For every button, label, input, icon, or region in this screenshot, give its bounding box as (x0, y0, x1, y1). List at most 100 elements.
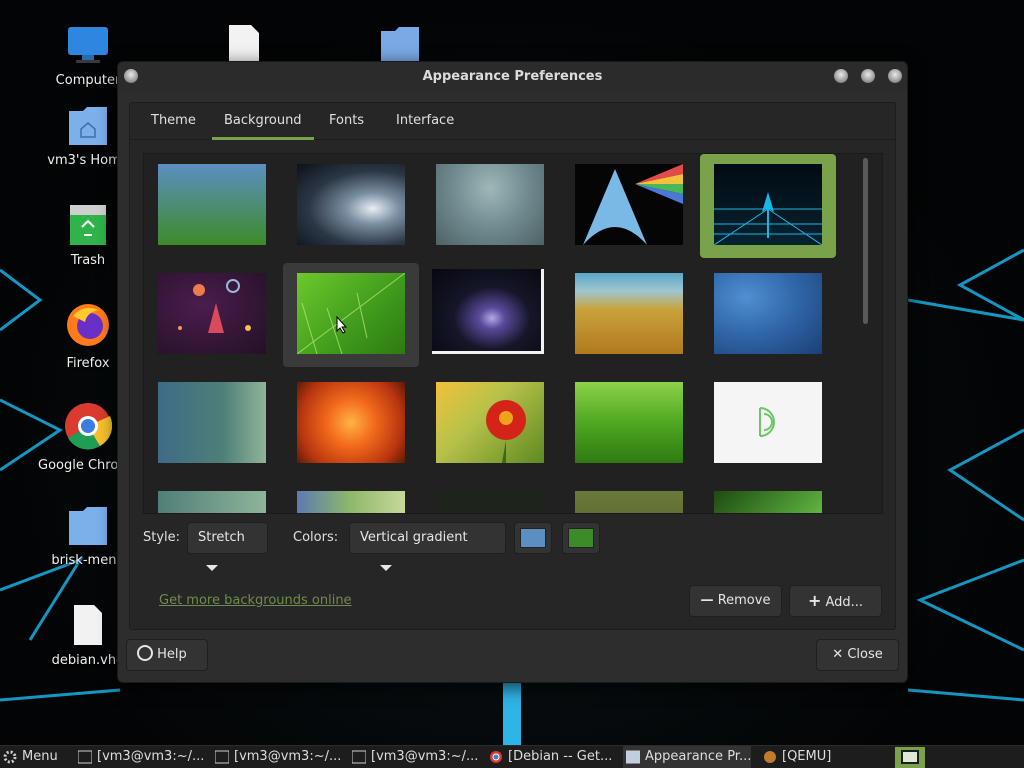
taskbar-item-qemu[interactable]: [QEMU] (760, 746, 860, 768)
thumbnail-image (714, 273, 822, 354)
chevron-down-icon (380, 564, 392, 571)
wallpaper-thumbnail[interactable] (561, 154, 697, 258)
taskbar-item-appearance[interactable]: Appearance Pr... (623, 746, 751, 768)
primary-color-swatch (520, 528, 546, 548)
background-gallery[interactable] (143, 153, 883, 514)
close-window-button[interactable] (888, 69, 902, 83)
gallery-scrollbar[interactable] (863, 158, 868, 324)
colors-dropdown[interactable]: Vertical gradient (349, 522, 506, 571)
neon-grid-art (714, 192, 822, 245)
help-label: Help (157, 647, 187, 662)
folder-icon (69, 507, 107, 545)
taskbar-item-terminal-3[interactable]: [vm3@vm3:~/... (349, 746, 477, 768)
wallpaper-thumbnail[interactable] (422, 263, 558, 367)
chrome-icon (490, 751, 502, 763)
chrome-icon (65, 403, 113, 450)
tab-background[interactable]: Background (212, 102, 314, 140)
secondary-color-swatch (568, 528, 594, 548)
add-button[interactable]: + Add... (789, 585, 882, 617)
wallpaper-thumbnail[interactable] (700, 263, 836, 367)
qemu-icon (764, 751, 776, 763)
wallpaper-thumbnail[interactable] (422, 481, 558, 513)
file-icon (229, 25, 259, 61)
taskbar-item-label: [QEMU] (782, 749, 832, 764)
window-titlebar[interactable]: Appearance Preferences (118, 62, 907, 92)
desktop-icon-folder[interactable] (350, 25, 450, 65)
wallpaper-thumbnail[interactable] (283, 372, 419, 476)
add-label: Add... (825, 595, 864, 610)
thumbnail-image (575, 382, 683, 463)
taskbar: Menu [vm3@vm3:~/... [vm3@vm3:~/... [vm3@… (0, 745, 1024, 768)
thumbnail-image (297, 164, 405, 245)
tab-fonts[interactable]: Fonts (317, 102, 376, 140)
terminal-icon (352, 750, 366, 764)
wallpaper-thumbnail[interactable] (422, 372, 558, 476)
colors-value: Vertical gradient (360, 530, 468, 545)
taskbar-item-label: [vm3@vm3:~/... (234, 749, 340, 764)
firefox-icon (67, 304, 109, 346)
wallpaper-thumbnail[interactable] (561, 481, 697, 513)
wallpaper-thumbnail-selected[interactable] (700, 154, 836, 258)
thumbnail-image (575, 273, 683, 354)
folder-icon (381, 27, 419, 61)
tab-interface[interactable]: Interface (384, 102, 466, 140)
thumbnail-image (432, 269, 544, 354)
wallpaper-thumbnail[interactable] (144, 372, 280, 476)
taskbar-item-label: [Debian -- Get... (508, 749, 613, 764)
wallpaper-thumbnail[interactable] (561, 372, 697, 476)
arch-prism-art (583, 164, 683, 245)
wallpaper-thumbnail[interactable] (144, 481, 280, 513)
thumbnail-image (158, 164, 266, 245)
menu-button[interactable]: Menu (0, 746, 64, 768)
minimize-button[interactable] (834, 69, 848, 83)
remove-button[interactable]: — Remove (689, 585, 782, 617)
thumbnail-image (575, 491, 683, 513)
menu-gear-icon (3, 750, 17, 764)
thumbnail-image (714, 164, 822, 245)
workspace-switcher[interactable] (895, 747, 925, 768)
secondary-color-button[interactable] (562, 522, 600, 554)
thumbnail-image (714, 491, 822, 513)
more-backgrounds-link[interactable]: Get more backgrounds online (159, 593, 352, 608)
workspace-icon (901, 750, 919, 764)
flower-art (486, 400, 526, 463)
desktop-icon-file[interactable] (193, 25, 293, 65)
taskbar-item-label: [vm3@vm3:~/... (97, 749, 203, 764)
computer-icon (68, 27, 108, 63)
wallpaper-thumbnail[interactable] (283, 481, 419, 513)
window-icon (626, 750, 640, 764)
menu-label: Menu (22, 749, 58, 764)
trash-icon (70, 205, 106, 245)
taskbar-item-chrome[interactable]: [Debian -- Get... (486, 746, 614, 768)
terminal-icon (78, 750, 92, 764)
leaf-art (297, 273, 405, 354)
mouse-cursor-icon (336, 316, 348, 334)
remove-label: Remove (717, 593, 771, 608)
terminal-icon (215, 750, 229, 764)
wallpaper-thumbnail[interactable] (283, 154, 419, 258)
window-title: Appearance Preferences (422, 69, 603, 84)
thumbnail-image (714, 382, 822, 463)
style-label: Style: (143, 530, 181, 545)
wallpaper-thumbnail-hovered[interactable] (283, 263, 419, 367)
thumbnail-image (158, 382, 266, 463)
maximize-button[interactable] (861, 69, 875, 83)
wallpaper-thumbnail[interactable] (700, 372, 836, 476)
help-button[interactable]: Help (126, 639, 208, 671)
wallpaper-thumbnail[interactable] (700, 481, 836, 513)
thumbnail-image (436, 164, 544, 245)
thumbnail-image (158, 491, 266, 513)
wallpaper-thumbnail[interactable] (144, 154, 280, 258)
file-icon (74, 605, 102, 645)
style-dropdown[interactable]: Stretch (187, 522, 268, 571)
wallpaper-thumbnail[interactable] (144, 263, 280, 367)
taskbar-item-terminal-1[interactable]: [vm3@vm3:~/... (75, 746, 203, 768)
wallpaper-thumbnail[interactable] (422, 154, 558, 258)
taskbar-item-terminal-2[interactable]: [vm3@vm3:~/... (212, 746, 340, 768)
appearance-preferences-window: Appearance Preferences Theme Background … (117, 61, 908, 683)
tab-theme[interactable]: Theme (139, 102, 208, 140)
close-button[interactable]: ✕ Close (816, 639, 899, 671)
wallpaper-thumbnail[interactable] (561, 263, 697, 367)
tab-bar: Theme Background Fonts Interface (129, 102, 896, 140)
primary-color-button[interactable] (514, 522, 552, 554)
